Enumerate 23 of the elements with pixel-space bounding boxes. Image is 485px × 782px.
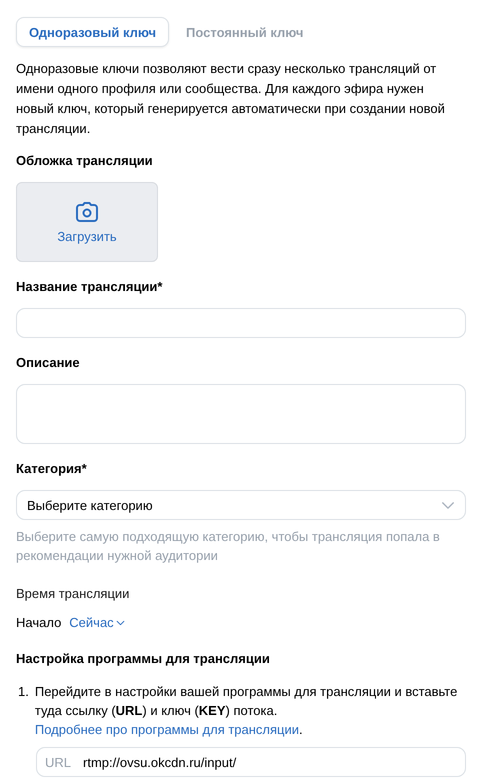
field-label: Название трансляции* (16, 278, 164, 296)
chevron-down-icon (116, 620, 125, 626)
tab[interactable]: Постоянный ключ (173, 17, 316, 47)
tab[interactable]: Одноразовый ключ (16, 17, 170, 47)
section-title: Настройка программы для трансляции (16, 650, 271, 668)
text-input[interactable] (16, 308, 466, 338)
step-text: Перейдите в настройки вашей программы для трансляции и вставьте туда ссылку (URL) и ключ (KEY) потока. Подробнее про программы для трансляции. (34, 683, 458, 739)
field-label: Описание (16, 354, 81, 372)
chevron-down-icon (441, 500, 455, 510)
start-time-dropdown[interactable]: Сейчас (69, 615, 125, 630)
field-label: Категория* (16, 460, 88, 478)
upload-button[interactable]: Загрузить (16, 182, 158, 262)
camera-icon (75, 200, 99, 222)
hint-text: Выберите самую подходящую категорию, чтобы трансляция попала в рекомендации нужной аудитории (16, 528, 441, 565)
category-dropdown[interactable]: Выберите категорию (16, 490, 466, 520)
step-number: 1. (18, 683, 29, 701)
description-input[interactable] (16, 384, 466, 444)
section-label: Время трансляции (16, 585, 130, 603)
help-link[interactable]: Подробнее про программы для трансляции (34, 722, 300, 737)
url-field[interactable]: URL rtmp://ovsu.okcdn.ru/input/ (36, 747, 466, 777)
start-label: Начало (16, 615, 62, 630)
intro-text: Одноразовые ключи позволяют вести сразу несколько трансляций от имени одного профиля или сообщества. Для каждого эфира нужен новый ключ, который генерируется автоматически при создании новой трансляции. (16, 60, 446, 138)
field-label: Обложка трансляции (16, 152, 154, 170)
